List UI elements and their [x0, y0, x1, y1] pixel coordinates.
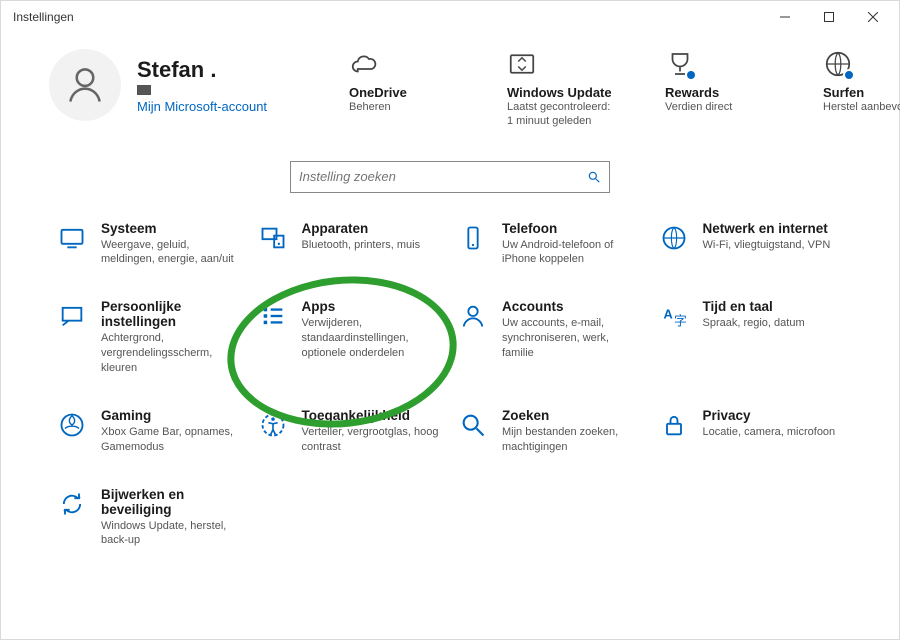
category-title: Accounts: [502, 299, 643, 314]
category-devices[interactable]: Apparaten Bluetooth, printers, muis: [258, 221, 443, 268]
status-update[interactable]: Windows Update Laatst gecontroleerd: 1 m…: [507, 49, 617, 129]
person-icon: [63, 63, 107, 107]
category-title: Apparaten: [302, 221, 443, 236]
category-title: Zoeken: [502, 408, 643, 423]
profile-redacted: [137, 85, 151, 95]
status-sub: Beheren: [349, 100, 391, 114]
category-desc: Windows Update, herstel, back-up: [101, 519, 242, 549]
status-browse[interactable]: Surfen Herstel aanbevolen: [823, 49, 900, 129]
status-sub: Verdien direct: [665, 100, 732, 114]
phone-icon: [458, 223, 488, 253]
category-desc: Wi-Fi, vliegtuigstand, VPN: [703, 238, 844, 253]
category-title: Netwerk en internet: [703, 221, 844, 236]
category-title: Systeem: [101, 221, 242, 236]
category-desc: Mijn bestanden zoeken, machtigingen: [502, 425, 643, 455]
category-desc: Bluetooth, printers, muis: [302, 238, 443, 253]
category-desc: Achtergrond, vergrendelingsscherm, kleur…: [101, 331, 242, 376]
category-time-language[interactable]: A字 Tijd en taal Spraak, regio, datum: [659, 299, 844, 376]
category-accounts[interactable]: Accounts Uw accounts, e-mail, synchronise…: [458, 299, 643, 376]
status-title: OneDrive: [349, 85, 407, 100]
category-update-security[interactable]: Bijwerken en beveiligingWindows Update, …: [57, 487, 242, 549]
category-desc: Verwijderen, standaardinstellingen, opti…: [302, 316, 443, 361]
search-icon: [587, 170, 601, 184]
status-title: Windows Update: [507, 85, 612, 100]
category-desc: Uw accounts, e-mail, synchroniseren, wer…: [502, 316, 643, 361]
search-icon: [458, 410, 488, 440]
category-title: Tijd en taal: [703, 299, 844, 314]
category-desc: Verteller, vergrootglas, hoog contrast: [302, 425, 443, 455]
category-grid: Systeem Weergave, geluid, meldingen, ener…: [1, 221, 899, 573]
category-title: Apps: [302, 299, 443, 314]
paint-icon: [57, 301, 87, 331]
gaming-icon: [57, 410, 87, 440]
person-icon: [458, 301, 488, 331]
category-phone[interactable]: Telefoon Uw Android-telefoon of iPhone ko…: [458, 221, 643, 268]
status-sub: Herstel aanbevolen: [823, 100, 900, 114]
ms-account-link[interactable]: Mijn Microsoft-account: [137, 99, 267, 114]
search-box[interactable]: [290, 161, 610, 193]
cloud-icon: [349, 49, 379, 79]
globe-icon: [659, 223, 689, 253]
category-desc: Locatie, camera, microfoon: [703, 425, 844, 440]
window-title: Instellingen: [13, 10, 763, 24]
category-desc: Spraak, regio, datum: [703, 316, 844, 331]
language-icon: A字: [659, 301, 689, 331]
category-desc: Uw Android-telefoon of iPhone koppelen: [502, 238, 643, 268]
category-title: Telefoon: [502, 221, 643, 236]
category-apps[interactable]: Apps Verwijderen, standaardinstellingen, …: [258, 299, 443, 376]
category-personalization[interactable]: Persoonlijke instellingenAchtergrond, ve…: [57, 299, 242, 376]
profile-name: Stefan .: [137, 57, 267, 83]
titlebar: Instellingen: [1, 1, 899, 33]
svg-text:字: 字: [674, 314, 687, 329]
category-search[interactable]: Zoeken Mijn bestanden zoeken, machtiginge…: [458, 408, 643, 455]
avatar: [49, 49, 121, 121]
status-onedrive[interactable]: OneDrive Beheren: [349, 49, 459, 129]
status-tiles: OneDrive Beheren Windows Update Laatst g…: [349, 49, 900, 129]
search-row: [1, 161, 899, 193]
search-input[interactable]: [299, 169, 587, 184]
accessibility-icon: [258, 410, 288, 440]
category-title: Privacy: [703, 408, 844, 423]
apps-icon: [258, 301, 288, 331]
status-sub: Laatst gecontroleerd: 1 minuut geleden: [507, 100, 610, 129]
rewards-icon: [665, 49, 695, 79]
header-area: Stefan . Mijn Microsoft-account OneDrive…: [1, 33, 899, 137]
category-desc: Weergave, geluid, meldingen, energie, aa…: [101, 238, 242, 268]
svg-text:A: A: [663, 307, 672, 322]
display-icon: [57, 223, 87, 253]
sync-icon: [507, 49, 537, 79]
category-desc: Xbox Game Bar, opnames, Gamemodus: [101, 425, 242, 455]
status-rewards[interactable]: Rewards Verdien direct: [665, 49, 775, 129]
category-gaming[interactable]: Gaming Xbox Game Bar, opnames, Gamemodus: [57, 408, 242, 455]
category-title: Gaming: [101, 408, 242, 423]
minimize-button[interactable]: [763, 1, 807, 33]
update-icon: [57, 489, 87, 519]
category-title: Toegankelijkheid: [302, 408, 443, 423]
devices-icon: [258, 223, 288, 253]
category-system[interactable]: Systeem Weergave, geluid, meldingen, ener…: [57, 221, 242, 268]
maximize-button[interactable]: [807, 1, 851, 33]
status-title: Rewards: [665, 85, 719, 100]
status-title: Surfen: [823, 85, 864, 100]
category-title: Bijwerken en beveiliging: [101, 487, 242, 517]
category-title: Persoonlijke instellingen: [101, 299, 242, 329]
category-privacy[interactable]: Privacy Locatie, camera, microfoon: [659, 408, 844, 455]
close-button[interactable]: [851, 1, 895, 33]
profile-block[interactable]: Stefan . Mijn Microsoft-account: [49, 49, 349, 121]
category-accessibility[interactable]: Toegankelijkheid Verteller, vergrootglas,…: [258, 408, 443, 455]
globe-icon: [823, 49, 853, 79]
lock-icon: [659, 410, 689, 440]
category-network[interactable]: Netwerk en internet Wi-Fi, vliegtuigstand…: [659, 221, 844, 268]
